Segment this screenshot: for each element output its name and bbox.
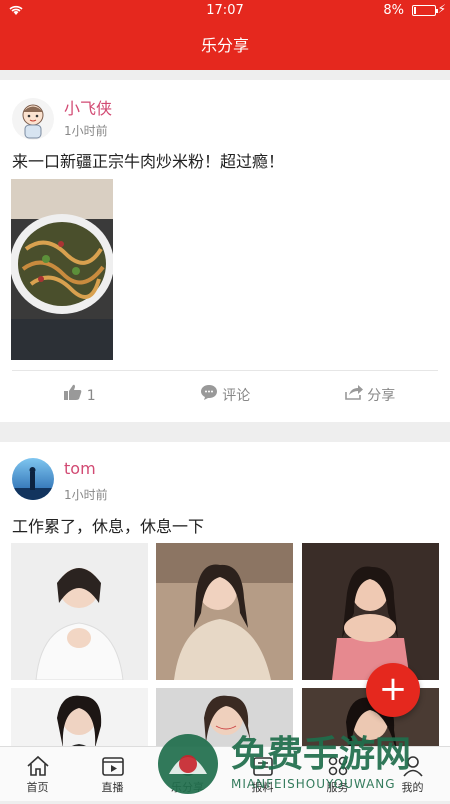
avatar[interactable]: [12, 98, 54, 140]
page-title: 乐分享: [200, 36, 249, 55]
home-icon: [0, 755, 75, 777]
battery-level: [414, 7, 416, 14]
post-text: 来一口新疆正宗牛肉炒米粉！超过瘾！: [12, 152, 285, 171]
post-image[interactable]: [156, 543, 293, 680]
post-image[interactable]: [11, 543, 148, 680]
comment-icon: [200, 378, 218, 414]
post-time: 1小时前: [64, 124, 108, 138]
header-bar: 乐分享: [0, 22, 450, 70]
divider: [12, 370, 438, 371]
post-username[interactable]: tom: [64, 459, 96, 478]
watermark-title: 免费手游网: [231, 734, 411, 775]
add-post-button[interactable]: +: [366, 663, 420, 717]
share-icon: [344, 378, 363, 414]
tab-home[interactable]: 首页: [0, 747, 75, 801]
comment-label: 评论: [222, 388, 251, 404]
video-icon: [75, 755, 150, 777]
charging-icon: ⚡: [437, 2, 446, 16]
battery-icon: [412, 5, 438, 16]
watermark-subtitle: MIANFEISHOUYOUWANG: [231, 777, 396, 791]
post-username[interactable]: 小飞侠: [64, 95, 112, 119]
watermark: 免费手游网 MIANFEISHOUYOUWANG: [155, 726, 450, 800]
post-image[interactable]: [302, 543, 439, 680]
plus-icon: +: [378, 669, 408, 709]
post-card[interactable]: 小飞侠 1小时前 来一口新疆正宗牛肉炒米粉！超过瘾！ 1 评论 分享: [0, 80, 450, 422]
battery-percent: 8%: [383, 3, 404, 18]
tab-live[interactable]: 直播: [75, 747, 150, 801]
post-image[interactable]: [11, 688, 148, 752]
status-bar: 17:07 8% ⚡: [0, 0, 450, 22]
avatar[interactable]: [12, 458, 54, 500]
comment-button[interactable]: 评论: [150, 378, 300, 414]
like-count: 1: [86, 388, 96, 404]
like-button[interactable]: 1: [5, 378, 155, 414]
share-button[interactable]: 分享: [295, 378, 445, 414]
share-label: 分享: [367, 388, 396, 404]
thumbs-up-icon: [64, 378, 82, 414]
tab-label: 首页: [26, 781, 49, 794]
post-time: 1小时前: [64, 488, 108, 502]
tab-label: 直播: [101, 781, 124, 794]
post-image[interactable]: [11, 179, 113, 360]
post-text: 工作累了，休息，休息一下: [12, 517, 205, 536]
